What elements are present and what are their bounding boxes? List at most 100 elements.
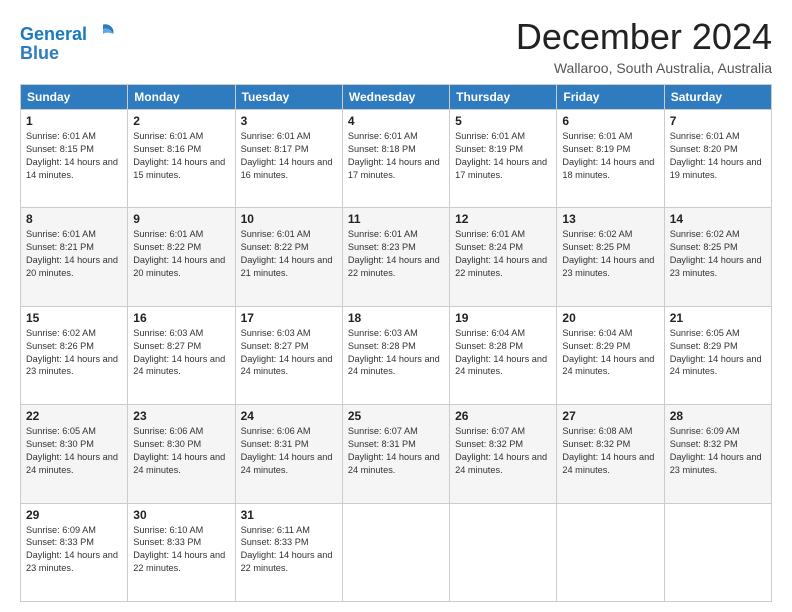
- week-row-5: 29 Sunrise: 6:09 AM Sunset: 8:33 PM Dayl…: [21, 503, 772, 601]
- day-cell-26: 26 Sunrise: 6:07 AM Sunset: 8:32 PM Dayl…: [450, 405, 557, 503]
- day-info: Sunrise: 6:03 AM Sunset: 8:28 PM Dayligh…: [348, 327, 444, 379]
- day-info: Sunrise: 6:01 AM Sunset: 8:19 PM Dayligh…: [562, 130, 658, 182]
- day-cell-17: 17 Sunrise: 6:03 AM Sunset: 8:27 PM Dayl…: [235, 306, 342, 404]
- day-cell-16: 16 Sunrise: 6:03 AM Sunset: 8:27 PM Dayl…: [128, 306, 235, 404]
- day-number: 29: [26, 508, 122, 522]
- day-number: 9: [133, 212, 229, 226]
- day-number: 21: [670, 311, 766, 325]
- day-number: 22: [26, 409, 122, 423]
- header: General Blue December 2024 Wallaroo, Sou…: [20, 16, 772, 76]
- day-cell-1: 1 Sunrise: 6:01 AM Sunset: 8:15 PM Dayli…: [21, 110, 128, 208]
- day-cell-22: 22 Sunrise: 6:05 AM Sunset: 8:30 PM Dayl…: [21, 405, 128, 503]
- day-number: 31: [241, 508, 337, 522]
- weekday-header-wednesday: Wednesday: [342, 85, 449, 110]
- day-cell-12: 12 Sunrise: 6:01 AM Sunset: 8:24 PM Dayl…: [450, 208, 557, 306]
- day-cell-11: 11 Sunrise: 6:01 AM Sunset: 8:23 PM Dayl…: [342, 208, 449, 306]
- week-row-2: 8 Sunrise: 6:01 AM Sunset: 8:21 PM Dayli…: [21, 208, 772, 306]
- day-info: Sunrise: 6:02 AM Sunset: 8:25 PM Dayligh…: [562, 228, 658, 280]
- day-number: 6: [562, 114, 658, 128]
- day-number: 17: [241, 311, 337, 325]
- weekday-header-thursday: Thursday: [450, 85, 557, 110]
- day-cell-31: 31 Sunrise: 6:11 AM Sunset: 8:33 PM Dayl…: [235, 503, 342, 601]
- day-info: Sunrise: 6:01 AM Sunset: 8:17 PM Dayligh…: [241, 130, 337, 182]
- weekday-header-sunday: Sunday: [21, 85, 128, 110]
- weekday-header-saturday: Saturday: [664, 85, 771, 110]
- day-info: Sunrise: 6:01 AM Sunset: 8:18 PM Dayligh…: [348, 130, 444, 182]
- day-info: Sunrise: 6:05 AM Sunset: 8:30 PM Dayligh…: [26, 425, 122, 477]
- day-number: 26: [455, 409, 551, 423]
- day-cell-13: 13 Sunrise: 6:02 AM Sunset: 8:25 PM Dayl…: [557, 208, 664, 306]
- day-cell-27: 27 Sunrise: 6:08 AM Sunset: 8:32 PM Dayl…: [557, 405, 664, 503]
- logo: General Blue: [20, 20, 117, 62]
- day-info: Sunrise: 6:10 AM Sunset: 8:33 PM Dayligh…: [133, 524, 229, 576]
- empty-cell: [342, 503, 449, 601]
- day-info: Sunrise: 6:05 AM Sunset: 8:29 PM Dayligh…: [670, 327, 766, 379]
- day-number: 3: [241, 114, 337, 128]
- day-cell-19: 19 Sunrise: 6:04 AM Sunset: 8:28 PM Dayl…: [450, 306, 557, 404]
- day-cell-18: 18 Sunrise: 6:03 AM Sunset: 8:28 PM Dayl…: [342, 306, 449, 404]
- day-info: Sunrise: 6:02 AM Sunset: 8:26 PM Dayligh…: [26, 327, 122, 379]
- day-number: 4: [348, 114, 444, 128]
- week-row-3: 15 Sunrise: 6:02 AM Sunset: 8:26 PM Dayl…: [21, 306, 772, 404]
- day-info: Sunrise: 6:08 AM Sunset: 8:32 PM Dayligh…: [562, 425, 658, 477]
- day-cell-21: 21 Sunrise: 6:05 AM Sunset: 8:29 PM Dayl…: [664, 306, 771, 404]
- day-number: 5: [455, 114, 551, 128]
- day-info: Sunrise: 6:11 AM Sunset: 8:33 PM Dayligh…: [241, 524, 337, 576]
- day-cell-10: 10 Sunrise: 6:01 AM Sunset: 8:22 PM Dayl…: [235, 208, 342, 306]
- day-cell-14: 14 Sunrise: 6:02 AM Sunset: 8:25 PM Dayl…: [664, 208, 771, 306]
- day-info: Sunrise: 6:04 AM Sunset: 8:29 PM Dayligh…: [562, 327, 658, 379]
- day-cell-24: 24 Sunrise: 6:06 AM Sunset: 8:31 PM Dayl…: [235, 405, 342, 503]
- day-cell-7: 7 Sunrise: 6:01 AM Sunset: 8:20 PM Dayli…: [664, 110, 771, 208]
- day-info: Sunrise: 6:01 AM Sunset: 8:20 PM Dayligh…: [670, 130, 766, 182]
- day-cell-9: 9 Sunrise: 6:01 AM Sunset: 8:22 PM Dayli…: [128, 208, 235, 306]
- weekday-header-monday: Monday: [128, 85, 235, 110]
- empty-cell: [557, 503, 664, 601]
- title-block: December 2024 Wallaroo, South Australia,…: [516, 16, 772, 76]
- week-row-4: 22 Sunrise: 6:05 AM Sunset: 8:30 PM Dayl…: [21, 405, 772, 503]
- day-info: Sunrise: 6:07 AM Sunset: 8:32 PM Dayligh…: [455, 425, 551, 477]
- empty-cell: [664, 503, 771, 601]
- day-info: Sunrise: 6:04 AM Sunset: 8:28 PM Dayligh…: [455, 327, 551, 379]
- day-info: Sunrise: 6:09 AM Sunset: 8:32 PM Dayligh…: [670, 425, 766, 477]
- week-row-1: 1 Sunrise: 6:01 AM Sunset: 8:15 PM Dayli…: [21, 110, 772, 208]
- day-number: 30: [133, 508, 229, 522]
- day-info: Sunrise: 6:01 AM Sunset: 8:21 PM Dayligh…: [26, 228, 122, 280]
- day-number: 19: [455, 311, 551, 325]
- weekday-header-friday: Friday: [557, 85, 664, 110]
- day-number: 20: [562, 311, 658, 325]
- day-cell-28: 28 Sunrise: 6:09 AM Sunset: 8:32 PM Dayl…: [664, 405, 771, 503]
- logo-text-blue: Blue: [20, 44, 59, 62]
- logo-bird-icon: [89, 20, 117, 48]
- day-cell-30: 30 Sunrise: 6:10 AM Sunset: 8:33 PM Dayl…: [128, 503, 235, 601]
- day-info: Sunrise: 6:02 AM Sunset: 8:25 PM Dayligh…: [670, 228, 766, 280]
- calendar-title: December 2024: [516, 16, 772, 58]
- day-number: 8: [26, 212, 122, 226]
- day-info: Sunrise: 6:01 AM Sunset: 8:24 PM Dayligh…: [455, 228, 551, 280]
- day-number: 1: [26, 114, 122, 128]
- day-cell-20: 20 Sunrise: 6:04 AM Sunset: 8:29 PM Dayl…: [557, 306, 664, 404]
- day-number: 16: [133, 311, 229, 325]
- day-info: Sunrise: 6:06 AM Sunset: 8:30 PM Dayligh…: [133, 425, 229, 477]
- day-cell-25: 25 Sunrise: 6:07 AM Sunset: 8:31 PM Dayl…: [342, 405, 449, 503]
- day-info: Sunrise: 6:03 AM Sunset: 8:27 PM Dayligh…: [241, 327, 337, 379]
- day-cell-29: 29 Sunrise: 6:09 AM Sunset: 8:33 PM Dayl…: [21, 503, 128, 601]
- weekday-header-tuesday: Tuesday: [235, 85, 342, 110]
- day-number: 10: [241, 212, 337, 226]
- day-info: Sunrise: 6:01 AM Sunset: 8:15 PM Dayligh…: [26, 130, 122, 182]
- day-cell-3: 3 Sunrise: 6:01 AM Sunset: 8:17 PM Dayli…: [235, 110, 342, 208]
- day-cell-15: 15 Sunrise: 6:02 AM Sunset: 8:26 PM Dayl…: [21, 306, 128, 404]
- day-info: Sunrise: 6:06 AM Sunset: 8:31 PM Dayligh…: [241, 425, 337, 477]
- day-number: 25: [348, 409, 444, 423]
- day-number: 23: [133, 409, 229, 423]
- day-info: Sunrise: 6:03 AM Sunset: 8:27 PM Dayligh…: [133, 327, 229, 379]
- day-info: Sunrise: 6:01 AM Sunset: 8:23 PM Dayligh…: [348, 228, 444, 280]
- day-number: 18: [348, 311, 444, 325]
- empty-cell: [450, 503, 557, 601]
- day-number: 24: [241, 409, 337, 423]
- day-cell-6: 6 Sunrise: 6:01 AM Sunset: 8:19 PM Dayli…: [557, 110, 664, 208]
- day-number: 28: [670, 409, 766, 423]
- logo-text-general: General: [20, 25, 87, 43]
- day-cell-8: 8 Sunrise: 6:01 AM Sunset: 8:21 PM Dayli…: [21, 208, 128, 306]
- day-cell-2: 2 Sunrise: 6:01 AM Sunset: 8:16 PM Dayli…: [128, 110, 235, 208]
- day-info: Sunrise: 6:01 AM Sunset: 8:22 PM Dayligh…: [241, 228, 337, 280]
